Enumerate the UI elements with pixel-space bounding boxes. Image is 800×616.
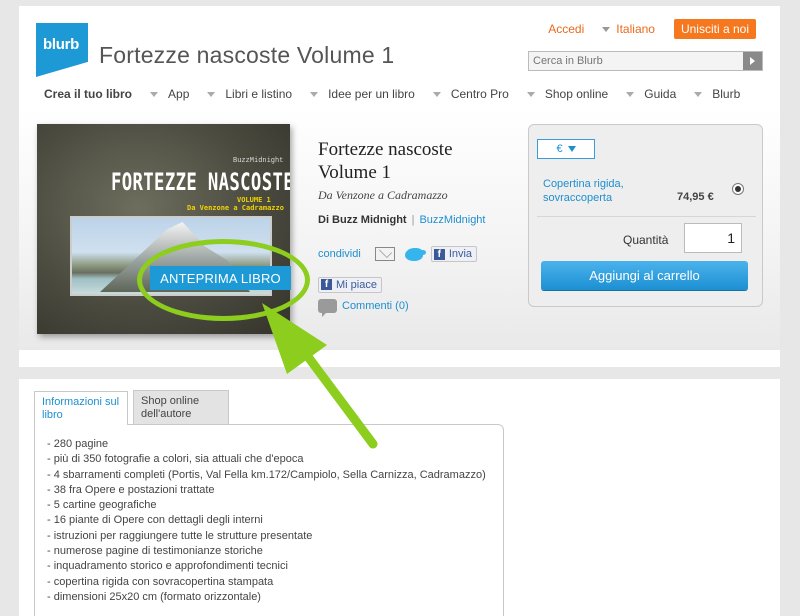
list-item: - istruzioni per raggiungere tutte le st… — [47, 529, 313, 542]
nav-item-label: Shop online — [544, 87, 609, 101]
quantity-input[interactable] — [684, 223, 742, 253]
cover-author: BuzzMidnight — [233, 157, 284, 165]
comments-link[interactable]: Commenti (0) — [318, 299, 409, 317]
nav-item-help[interactable]: Guida — [644, 87, 712, 101]
book-details-panel: - 280 pagine - più di 350 fotografie a c… — [34, 424, 504, 616]
nav-item-pro[interactable]: Centro Pro — [451, 87, 545, 101]
book-subtitle: Da Venzone a Cadramazzo — [318, 188, 448, 202]
chevron-down-icon — [150, 91, 159, 97]
nav-item-label: Centro Pro — [450, 87, 509, 101]
byline: Di Buzz Midnight | BuzzMidnight — [318, 214, 486, 226]
list-item: - più di 350 fotografie a colori, sia at… — [47, 453, 304, 466]
facebook-icon: f — [433, 248, 445, 260]
chevron-down-icon — [207, 91, 216, 97]
list-item: - copertina rigida con sovracopertina st… — [47, 575, 274, 588]
chevron-down-icon — [432, 91, 441, 97]
facebook-icon: f — [321, 279, 332, 290]
annotation-ring — [137, 239, 310, 321]
chevron-down-icon — [310, 91, 319, 97]
list-item: - 5 cartine geografiche — [47, 499, 157, 512]
main-nav: Crea il tuo libro App Libri e listino Id… — [44, 87, 740, 101]
details-list: - 280 pagine - più di 350 fotografie a c… — [47, 437, 503, 605]
page: blurb Fortezze nascoste Volume 1 Accedi … — [0, 6, 800, 616]
nav-item-label: Libri e listino — [225, 87, 293, 101]
section-divider — [0, 367, 800, 379]
chevron-down-icon — [567, 146, 576, 152]
nav-item-books[interactable]: Libri e listino — [225, 87, 328, 101]
quantity-label: Quantità — [623, 233, 669, 247]
panel-divider — [537, 216, 756, 217]
comment-icon — [318, 299, 337, 317]
list-item: - 38 fra Opere e postazioni trattate — [47, 483, 215, 496]
list-item: - 16 piante di Opere con dettagli degli … — [47, 514, 263, 527]
nav-item-label: Guida — [644, 87, 677, 101]
book-title: Fortezze nascoste Volume 1 — [318, 139, 453, 183]
cover-subtitle: Da Venzone a Cadramazzo — [187, 204, 284, 212]
language-selector[interactable]: Italiano — [616, 22, 655, 36]
chevron-down-icon — [602, 26, 611, 32]
price: 74,95 € — [677, 191, 714, 203]
chevron-down-icon — [626, 91, 635, 97]
cover-title: FORTEZZE NASCOSTE — [111, 168, 290, 196]
page-title: Fortezze nascoste Volume 1 — [99, 42, 395, 68]
blurb-logo[interactable]: blurb — [36, 23, 88, 77]
list-item: - dimensioni 25x20 cm (formato orizzonta… — [47, 590, 261, 603]
tab-book-info[interactable]: Informazioni sul libro — [34, 391, 128, 425]
share-bar: condividi f Invia — [318, 246, 478, 262]
cover-volume: VOLUME 1 — [237, 196, 271, 204]
nav-item-label: Idee per un libro — [328, 87, 415, 101]
currency-select[interactable]: € — [537, 139, 595, 159]
like-label: Mi piace — [336, 278, 377, 291]
like-container: f Mi piace — [318, 274, 382, 293]
facebook-send-button[interactable]: f Invia — [430, 246, 478, 262]
list-item: - inquadramento storico e approfondiment… — [47, 560, 288, 573]
nav-item-label: App — [168, 87, 190, 101]
binding-option-radio[interactable] — [732, 183, 744, 195]
nav-item-label: Blurb — [712, 87, 741, 101]
search-box — [528, 51, 763, 71]
nav-item-app[interactable]: App — [168, 87, 225, 101]
facebook-like-button[interactable]: f Mi piace — [318, 276, 382, 293]
list-item: - numerose pagine di testimonianze stori… — [47, 545, 263, 558]
send-label: Invia — [448, 248, 473, 260]
search-submit-button[interactable] — [743, 52, 762, 70]
arrow-right-icon — [750, 57, 755, 65]
binding-option-label[interactable]: Copertina rigida, sovraccoperta — [543, 177, 653, 205]
nav-item-shop[interactable]: Shop online — [545, 87, 644, 101]
chevron-down-icon — [526, 91, 535, 97]
currency-value: € — [556, 143, 563, 155]
add-to-cart-button[interactable]: Aggiungi al carrello — [541, 261, 748, 290]
search-input[interactable] — [529, 52, 743, 70]
email-icon[interactable] — [374, 247, 395, 261]
tab-author-shop[interactable]: Shop online dell'autore — [133, 390, 229, 424]
nav-item-blurb[interactable]: Blurb — [712, 87, 740, 101]
list-item: - 280 pagine — [47, 438, 109, 450]
share-link[interactable]: condividi — [318, 248, 361, 260]
nav-item-label: Crea il tuo libro — [44, 87, 133, 101]
chevron-down-icon — [694, 91, 703, 97]
top-links: Accedi Italiano Unisciti a noi — [548, 19, 756, 39]
author-name: Di Buzz Midnight — [318, 214, 407, 226]
nav-item-ideas[interactable]: Idee per un libro — [328, 87, 451, 101]
divider: | — [411, 214, 415, 226]
logo-text: blurb — [43, 36, 79, 53]
join-button[interactable]: Unisciti a noi — [673, 19, 756, 39]
author-profile-link[interactable]: BuzzMidnight — [419, 214, 485, 226]
purchase-panel: € Copertina rigida, sovraccoperta 74,95 … — [528, 124, 763, 307]
list-item: - 4 sbarramenti completi (Portis, Val Fe… — [47, 468, 486, 481]
radio-dot — [735, 186, 741, 192]
nav-item-create-book[interactable]: Crea il tuo libro — [44, 87, 168, 101]
login-link[interactable]: Accedi — [548, 22, 584, 36]
comments-label: Commenti (0) — [342, 300, 409, 312]
twitter-icon[interactable] — [404, 247, 426, 261]
